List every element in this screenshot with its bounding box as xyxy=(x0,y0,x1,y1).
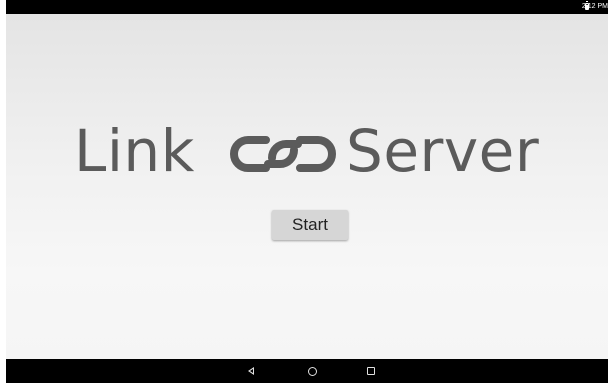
app-content: Link Server Start xyxy=(6,14,608,359)
status-bar: 2:12 PM xyxy=(6,0,608,14)
device-screen: 2:12 PM Link Server Start xyxy=(6,0,608,383)
back-triangle-icon xyxy=(248,367,254,375)
recents-button[interactable] xyxy=(363,363,379,379)
start-button[interactable]: Start xyxy=(272,210,348,240)
home-button[interactable] xyxy=(304,363,320,379)
back-button[interactable] xyxy=(243,363,259,379)
home-circle-icon xyxy=(307,366,317,376)
navigation-bar xyxy=(6,359,608,383)
recents-square-icon xyxy=(367,367,375,375)
chain-link-icon xyxy=(230,136,336,172)
logo-word-server: Server xyxy=(346,117,540,185)
app-logo: Link Server xyxy=(74,118,548,184)
logo-word-link: Link xyxy=(74,117,195,185)
status-clock: 2:12 PM xyxy=(581,3,608,10)
